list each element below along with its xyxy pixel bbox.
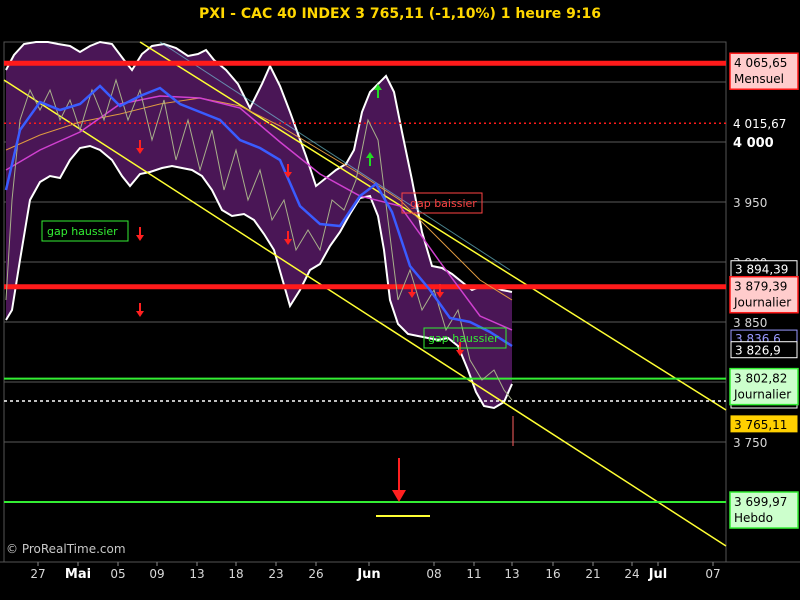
x-tick-label-3: 09 — [149, 567, 164, 581]
x-tick-label-5: 18 — [228, 567, 243, 581]
extra-tag-label-2: 3 826,9 — [735, 344, 781, 358]
legend-item-sma20: Moyenne mobile (Simple 20) — [48, 26, 221, 40]
price-chart[interactable]: PXI - CAC 40 INDEX 3 765,11 (-1,10%) 1 h… — [0, 0, 800, 600]
x-tick-label-12: 16 — [545, 567, 560, 581]
x-tick-label-2: 05 — [110, 567, 125, 581]
gap-label-haussier-2: gap haussier — [428, 332, 499, 345]
level-tag-label-4: 3 699,97 — [734, 495, 787, 509]
x-tick-label-11: 13 — [504, 567, 519, 581]
legend: Prix Moyenne mobile (Simple 20) Moyenne … — [6, 26, 722, 40]
x-tick-label-0: 27 — [30, 567, 45, 581]
x-tick-label-13: 21 — [585, 567, 600, 581]
level-tag-label-2: 3 879,39 — [734, 280, 787, 294]
y-tick-label-2: 3 950 — [733, 196, 767, 210]
x-tick-label-14: 24 — [624, 567, 639, 581]
last-price-tag-label: 3 765,11 — [734, 418, 787, 432]
x-tick-label-16: 07 — [705, 567, 720, 581]
x-tick-label-9: 08 — [426, 567, 441, 581]
legend-item-sma50: Moyenne mobile (Simple 50) — [258, 26, 431, 40]
level-tag-label-1: 4 015,67 — [733, 117, 786, 131]
gap-label-baissier: gap baissier — [410, 197, 477, 210]
gap-label-haussier-1: gap haussier — [47, 225, 118, 238]
y-tick-label-4: 3 850 — [733, 316, 767, 330]
x-tick-label-4: 13 — [189, 567, 204, 581]
level-tag-sublabel-0: Mensuel — [734, 72, 784, 86]
level-tag-sublabel-3: Journalier — [733, 388, 791, 402]
level-tag-sublabel-4: Hebdo — [734, 511, 773, 525]
x-tick-label-15: Jul — [648, 567, 668, 582]
x-tick-label-10: 11 — [466, 567, 481, 581]
level-tag-sublabel-2: Journalier — [733, 296, 791, 310]
x-tick-label-7: 26 — [308, 567, 323, 581]
extra-tag-label-0: 3 894,39 — [735, 263, 788, 277]
level-tag-label-0: 4 065,65 — [734, 56, 787, 70]
chart-title: PXI - CAC 40 INDEX 3 765,11 (-1,10%) 1 h… — [199, 6, 601, 22]
copyright-text: © ProRealTime.com — [6, 542, 126, 556]
legend-item-more: Moye — [690, 26, 722, 40]
x-tick-label-8: Jun — [356, 567, 380, 582]
level-tag-label-3: 3 802,82 — [734, 372, 787, 386]
x-tick-label-1: Mai — [65, 567, 91, 582]
legend-item-sma100: Moyenne mobile (Simple 100) — [468, 26, 648, 40]
y-tick-label-1: 4 000 — [733, 136, 774, 151]
x-tick-label-6: 23 — [268, 567, 283, 581]
legend-item-price: Prix — [6, 26, 28, 40]
y-tick-label-6: 3 750 — [733, 436, 767, 450]
